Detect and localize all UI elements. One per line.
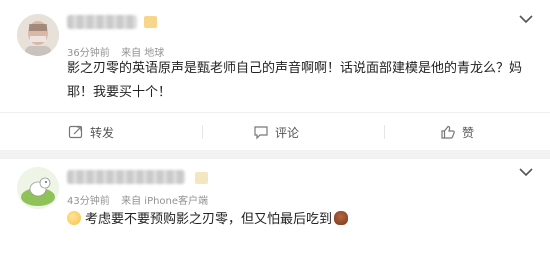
comment-card-1: 36分钟前 来自 地球 影之刃零的英语原声是甄老师自己的声音啊啊！话说面部建模是…: [0, 0, 550, 150]
more-options-icon[interactable]: [519, 165, 533, 179]
comment-separator: [0, 150, 550, 158]
avatar[interactable]: [17, 167, 59, 209]
avatar[interactable]: [17, 14, 59, 56]
top-divider: [0, 158, 550, 159]
like-icon: [441, 125, 455, 139]
poop-emoji-icon: [334, 211, 349, 225]
member-badge-icon: [144, 16, 157, 28]
forward-label: 转发: [90, 125, 115, 140]
like-button[interactable]: 赞: [440, 123, 474, 141]
comment-text: 影之刃零的英语原声是甄老师自己的声音啊啊！话说面部建模是他的青龙么？妈耶！我要买…: [67, 61, 523, 100]
smile-emoji-icon: [67, 211, 81, 225]
comment-label: 评论: [275, 125, 300, 140]
username-blurred[interactable]: [67, 15, 137, 29]
comment-text-container: 考虑要不要预购影之刃零，但又怕最后吃到: [67, 208, 537, 232]
forward-icon: [68, 125, 83, 139]
member-badge-icon: [195, 172, 208, 184]
like-label: 赞: [462, 125, 475, 140]
comment-button[interactable]: 评论: [253, 123, 299, 141]
comment-meta: 43分钟前 来自 iPhone客户端: [67, 192, 208, 207]
comment-source: 来自 iPhone客户端: [121, 196, 209, 207]
action-bar: 转发 评论 赞: [0, 112, 550, 151]
username-blurred[interactable]: [67, 170, 185, 184]
forward-button[interactable]: 转发: [68, 123, 114, 141]
comment-card-2: 43分钟前 来自 iPhone客户端 考虑要不要预购影之刃零，但又怕最后吃到: [0, 158, 550, 270]
more-options-icon[interactable]: [519, 12, 533, 26]
comment-time: 43分钟前: [67, 196, 110, 207]
action-divider: [384, 125, 385, 139]
action-divider: [202, 125, 203, 139]
comment-icon: [254, 126, 268, 140]
comment-text: 考虑要不要预购影之刃零，但又怕最后吃到: [85, 212, 333, 227]
